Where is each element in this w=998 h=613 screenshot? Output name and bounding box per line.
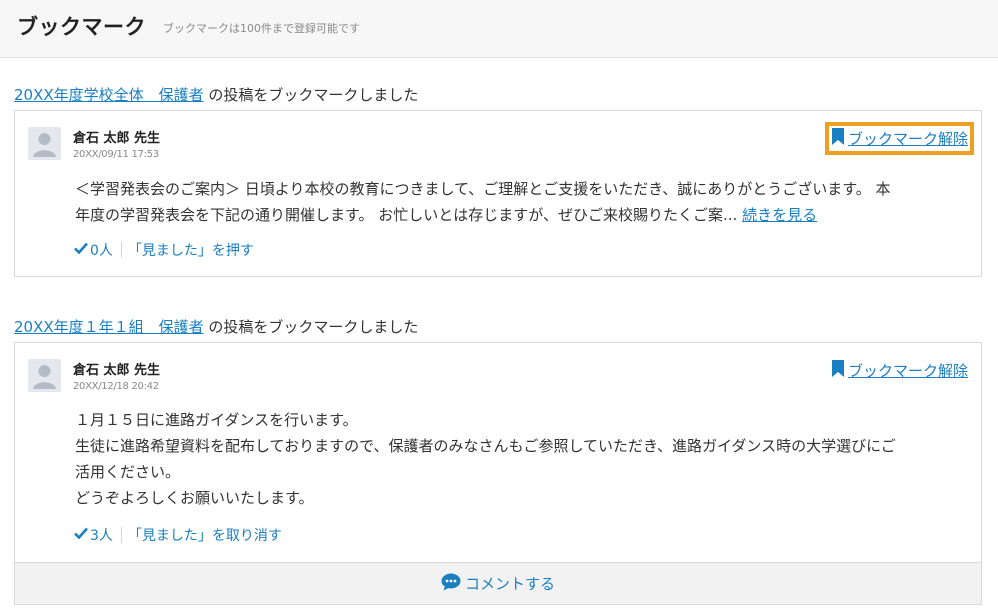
comment-label: コメントする <box>464 575 555 593</box>
bookmark-remove-button[interactable]: ブックマーク解除 <box>824 122 975 155</box>
post-body: ＜学習発表会のご案内＞ 日頃より本校の教育につきまして、ご理解とご支援をいただき… <box>75 176 970 228</box>
post-card: 倉石 太郎 先生 20XX/09/11 17:53 ブックマーク解除 ＜学習発表… <box>14 110 982 277</box>
user-avatar-icon <box>28 359 61 392</box>
heading-suffix: の投稿をブックマークしました <box>208 86 419 104</box>
seen-row: 0人 「見ました」を押す <box>74 240 254 260</box>
bookmark-remove-label: ブックマーク解除 <box>847 130 968 148</box>
bookmark-remove-label: ブックマーク解除 <box>847 362 968 380</box>
author-name: 倉石 太郎 先生 <box>73 131 161 146</box>
bookmark-icon <box>831 360 845 381</box>
read-more-link[interactable]: 続きを見る <box>742 206 817 224</box>
group-link[interactable]: 20XX年度学校全体 保護者 <box>14 86 204 104</box>
seen-button[interactable]: 「見ました」を押す <box>128 240 254 260</box>
page-subtitle: ブックマークは100件まで登録可能です <box>163 22 360 35</box>
check-icon <box>74 242 88 258</box>
heading-suffix: の投稿をブックマークしました <box>208 318 419 336</box>
comment-button[interactable]: コメントする <box>15 562 981 604</box>
check-icon <box>74 527 88 543</box>
body-line: どうぞよろしくお願いいたします。 <box>75 489 314 507</box>
page-title: ブックマーク <box>17 15 146 39</box>
body-line: ＜学習発表会のご案内＞ 日頃より本校の教育につきまして、ご理解とご支援をいただき… <box>75 180 891 198</box>
body-line-with-more: 年度の学習発表会を下記の通り開催します。 お忙しいとは存じますが、ぜひご来校賜り… <box>75 202 970 228</box>
bookmark-heading: 20XX年度学校全体 保護者 の投稿をブックマークしました <box>14 84 418 105</box>
unseen-button[interactable]: 「見ました」を取り消す <box>128 525 282 545</box>
body-line-text: 年度の学習発表会を下記の通り開催します。 お忙しいとは存じますが、ぜひご来校賜り… <box>75 206 738 224</box>
author-name: 倉石 太郎 先生 <box>73 363 161 378</box>
seen-count[interactable]: 3人 <box>90 525 113 545</box>
bookmark-icon <box>831 128 845 149</box>
post-time: 20XX/12/18 20:42 <box>73 381 159 392</box>
post-time: 20XX/09/11 17:53 <box>73 149 159 160</box>
body-line: 生徒に進路希望資料を配布しておりますので、保護者のみなさんもご参照していただき、… <box>75 437 896 455</box>
group-link[interactable]: 20XX年度１年１組 保護者 <box>14 318 204 336</box>
post-body: １月１５日に進路ガイダンスを行います。 生徒に進路希望資料を配布しておりますので… <box>75 407 970 511</box>
divider <box>120 242 122 258</box>
body-line: １月１５日に進路ガイダンスを行います。 <box>75 411 358 429</box>
page-header: ブックマーク ブックマークは100件まで登録可能です <box>0 0 998 58</box>
bookmark-remove-button[interactable]: ブックマーク解除 <box>831 360 968 381</box>
divider <box>120 527 122 543</box>
bookmark-heading: 20XX年度１年１組 保護者 の投稿をブックマークしました <box>14 316 418 337</box>
user-avatar-icon <box>28 127 61 160</box>
seen-count[interactable]: 0人 <box>90 240 113 260</box>
post-card: 倉石 太郎 先生 20XX/12/18 20:42 ブックマーク解除 １月１５日… <box>14 342 982 605</box>
comment-bubble-icon <box>441 573 461 595</box>
seen-row: 3人 「見ました」を取り消す <box>74 525 282 545</box>
body-line: 活用ください。 <box>75 463 181 481</box>
